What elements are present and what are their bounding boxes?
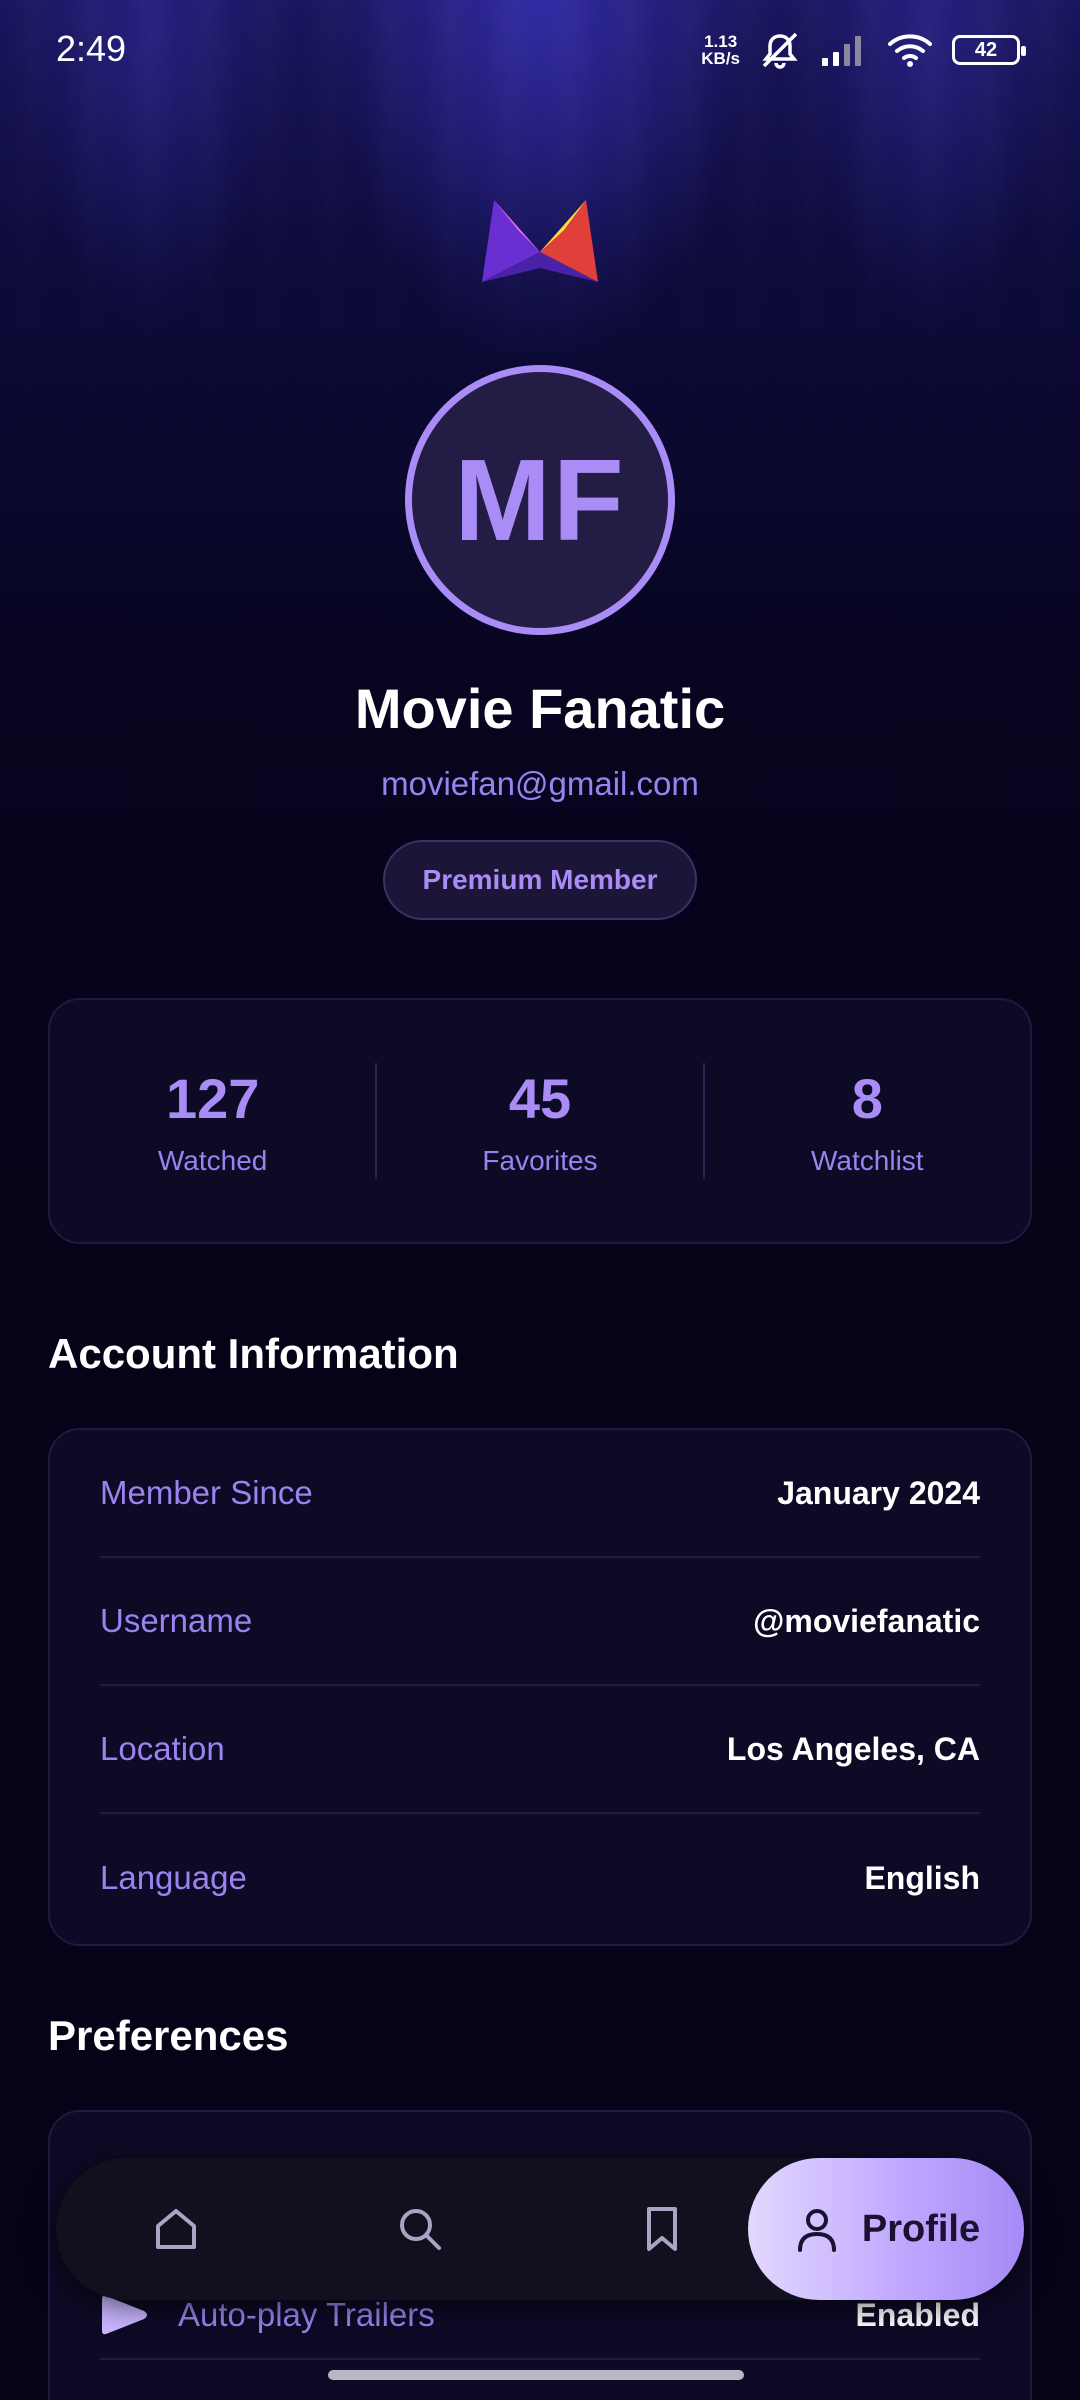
nav-profile-label: Profile <box>861 2207 981 2250</box>
status-time: 2:49 <box>56 28 127 69</box>
stat-value: 127 <box>165 1066 260 1130</box>
battery-level: 42 <box>974 38 998 61</box>
stat-watched[interactable]: 127 Watched <box>50 1066 375 1177</box>
app-logo <box>482 200 598 282</box>
bookmark-icon <box>647 2207 677 2251</box>
profile-name: Movie Fanatic <box>354 677 726 740</box>
info-row-username: Username @moviefanatic <box>100 1558 980 1686</box>
account-section-title: Account Information <box>48 1330 459 1377</box>
info-row-location: Location Los Angeles, CA <box>100 1686 980 1814</box>
nav-profile-button[interactable]: Profile <box>748 2158 1024 2300</box>
info-row-language: Language English <box>100 1814 980 1942</box>
nav-search-button[interactable] <box>350 2158 490 2300</box>
info-value: January 2024 <box>777 1474 980 1511</box>
info-value: @moviefanatic <box>753 1602 980 1639</box>
info-label: Member Since <box>100 1474 313 1511</box>
stats-card: 127 Watched 45 Favorites 8 Watchlist <box>48 998 1032 1244</box>
status-bar: 2:49 1.13 KB/s 42 <box>0 0 1080 100</box>
info-value: English <box>864 1859 980 1896</box>
info-label: Language <box>100 1859 247 1896</box>
play-icon <box>102 2295 147 2335</box>
wifi-icon <box>888 34 932 67</box>
stat-favorites[interactable]: 45 Favorites <box>377 1066 702 1177</box>
network-speed: 1.13 KB/s <box>701 33 740 67</box>
stat-label: Watched <box>157 1144 268 1176</box>
preferences-section-title: Preferences <box>48 2012 289 2059</box>
account-info-card: Member Since January 2024 Username @movi… <box>48 1428 1032 1946</box>
network-speed-unit: KB/s <box>701 49 740 68</box>
stat-value: 45 <box>508 1066 572 1130</box>
info-label: Username <box>100 1602 253 1639</box>
user-icon <box>797 2209 836 2252</box>
info-row-member-since: Member Since January 2024 <box>100 1430 980 1558</box>
search-icon <box>400 2209 441 2250</box>
pref-label: Auto-play Trailers <box>178 2296 435 2333</box>
profile-email: moviefan@gmail.com <box>381 765 699 802</box>
info-value: Los Angeles, CA <box>726 1730 980 1767</box>
home-indicator[interactable] <box>328 2370 744 2380</box>
info-label: Location <box>100 1730 225 1767</box>
network-speed-value: 1.13 <box>704 32 738 51</box>
nav-watchlist-button[interactable] <box>592 2158 732 2300</box>
stat-label: Watchlist <box>811 1144 924 1176</box>
stat-watchlist[interactable]: 8 Watchlist <box>705 1066 1030 1177</box>
stat-label: Favorites <box>482 1144 598 1176</box>
pref-value: Enabled <box>855 2296 980 2333</box>
mute-icon <box>762 32 798 69</box>
membership-badge: Premium Member <box>383 840 697 920</box>
home-icon <box>156 2209 196 2249</box>
bottom-navigation: Profile <box>56 2158 1024 2300</box>
battery-icon: 42 <box>952 35 1026 65</box>
nav-home-button[interactable] <box>106 2158 246 2300</box>
signal-icon <box>822 36 861 66</box>
pref-left: Auto-play Trailers <box>100 2295 435 2335</box>
stat-value: 8 <box>851 1066 883 1130</box>
avatar[interactable]: MF <box>405 365 675 635</box>
status-icons: 1.13 KB/s 42 <box>701 28 1026 72</box>
